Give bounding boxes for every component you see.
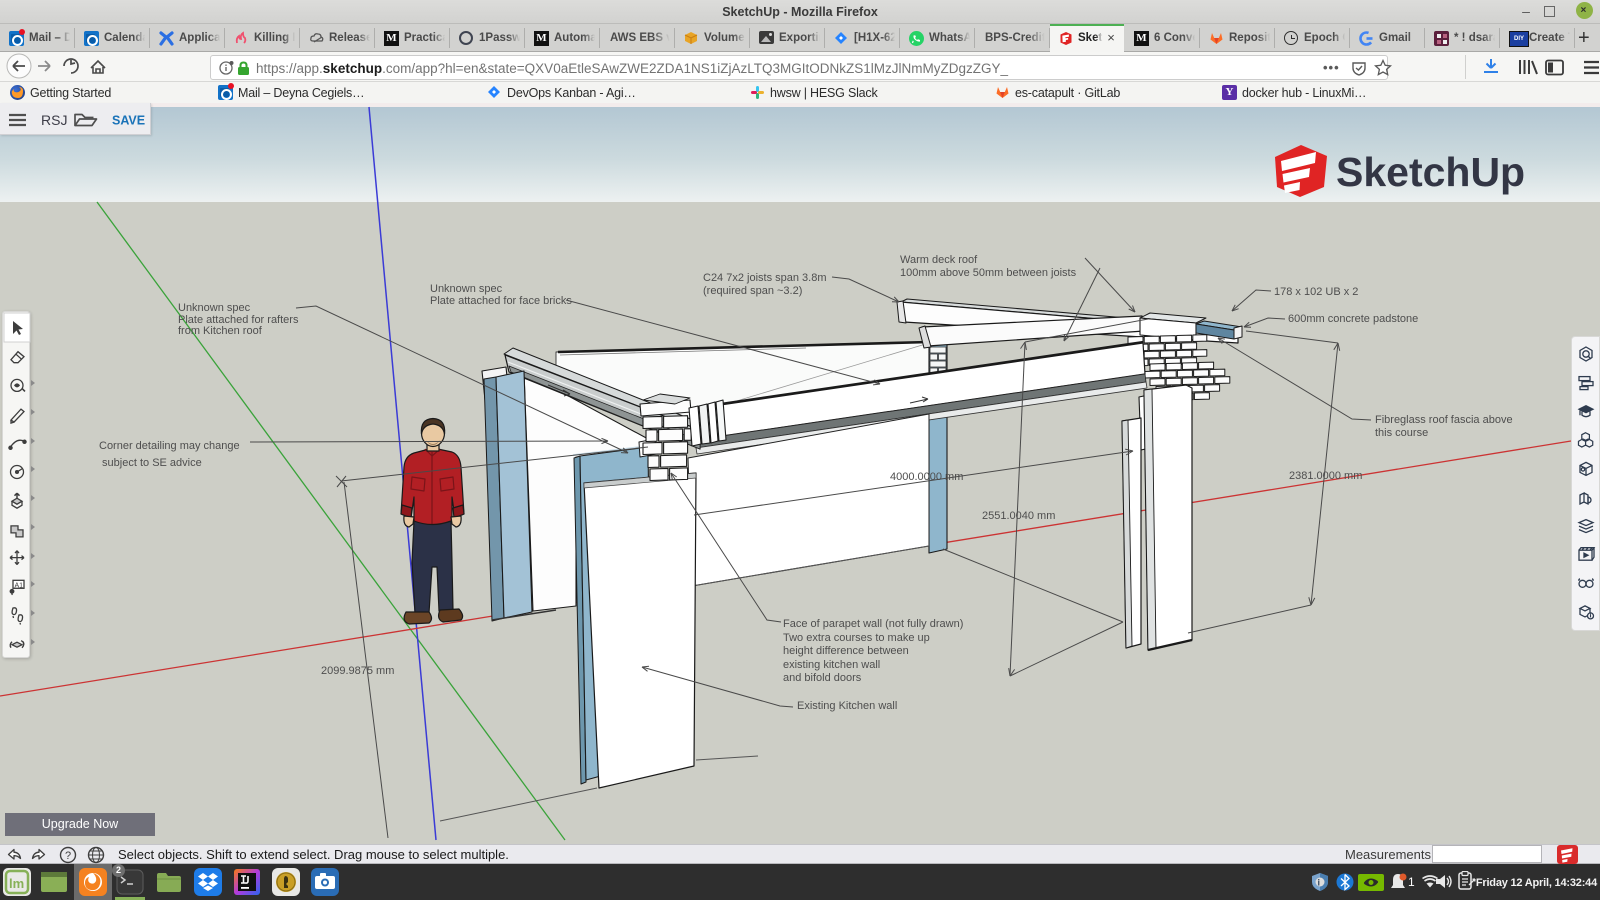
svg-text:lm: lm	[9, 876, 24, 891]
svg-text:A1: A1	[15, 582, 24, 589]
svg-text:?: ?	[65, 850, 71, 862]
svg-text:i: i	[1318, 878, 1321, 888]
svg-text:SAVE: SAVE	[112, 114, 145, 128]
svg-text:RSJ: RSJ	[41, 112, 67, 128]
svg-text:SketchUp: SketchUp	[1336, 149, 1525, 195]
